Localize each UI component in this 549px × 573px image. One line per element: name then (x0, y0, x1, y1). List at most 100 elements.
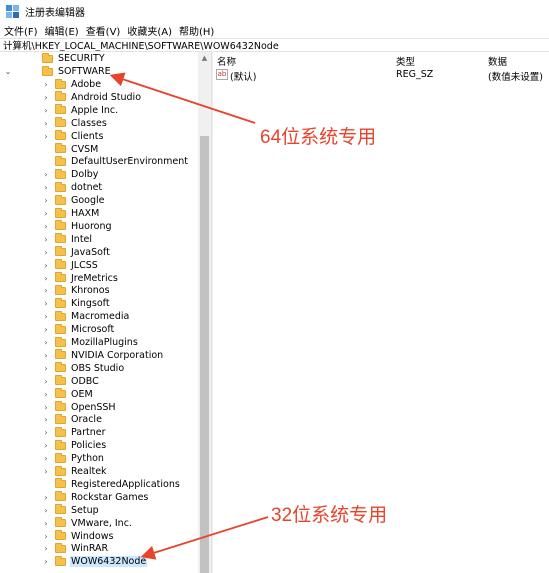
annotation-64bit-label: 64位系统专用 (260, 127, 377, 148)
tree-item[interactable]: › Android Studio (0, 91, 142, 104)
tree-item[interactable]: › NVIDIA Corporation (0, 349, 164, 362)
tree-item[interactable]: › Intel (0, 233, 93, 246)
tree-item-software[interactable]: ⌄ SOFTWARE (0, 65, 112, 78)
tree-item[interactable]: › HAXM (0, 207, 100, 220)
chevron-right-icon[interactable]: › (41, 323, 51, 336)
tree-item[interactable]: › Policies (0, 439, 107, 452)
chevron-right-icon[interactable]: › (41, 220, 51, 233)
menu-favorites[interactable]: 收藏夹(A) (127, 23, 172, 38)
chevron-right-icon[interactable]: › (41, 130, 51, 143)
chevron-right-icon[interactable]: › (41, 491, 51, 504)
chevron-right-icon[interactable]: › (41, 555, 51, 568)
chevron-right-icon[interactable]: › (41, 78, 51, 91)
menu-edit[interactable]: 编辑(E) (45, 23, 79, 38)
tree-item[interactable]: › Google (0, 194, 106, 207)
tree-item[interactable]: › Partner (0, 426, 107, 439)
chevron-right-icon[interactable]: › (41, 362, 51, 375)
chevron-right-icon[interactable]: › (41, 401, 51, 414)
tree-item[interactable]: › OBS Studio (0, 362, 125, 375)
chevron-right-icon[interactable]: › (41, 504, 51, 517)
chevron-right-icon[interactable]: › (41, 207, 51, 220)
chevron-right-icon[interactable]: › (41, 91, 51, 104)
tree-item[interactable]: › Python (0, 452, 105, 465)
tree-scrollbar[interactable]: ▲ (198, 52, 211, 573)
chevron-right-icon[interactable]: › (41, 413, 51, 426)
folder-icon (55, 155, 66, 166)
chevron-right-icon[interactable]: › (41, 246, 51, 259)
tree-item[interactable]: › Oracle (0, 413, 103, 426)
tree-item[interactable]: › JreMetrics (0, 272, 119, 285)
chevron-right-icon[interactable]: › (41, 530, 51, 543)
address-bar[interactable]: 计算机\HKEY_LOCAL_MACHINE\SOFTWARE\WOW6432N… (0, 38, 549, 52)
column-header-type[interactable]: 类型 (396, 54, 415, 68)
tree-item-security[interactable]: › SECURITY (30, 52, 106, 65)
folder-icon (55, 130, 66, 141)
value-row[interactable]: ab (默认) REG_SZ (数值未设置) (213, 68, 549, 83)
tree-item[interactable]: › Dolby (0, 168, 99, 181)
tree-item[interactable]: › VMware, Inc. (0, 517, 133, 530)
menu-view[interactable]: 查看(V) (86, 23, 121, 38)
chevron-right-icon[interactable]: › (41, 375, 51, 388)
column-header-name[interactable]: 名称 (217, 54, 236, 68)
tree-item[interactable]: › ODBC (0, 375, 100, 388)
tree-item[interactable]: › OEM (0, 388, 94, 401)
tree-item[interactable]: › Kingsoft (0, 297, 111, 310)
chevron-right-icon[interactable]: › (41, 104, 51, 117)
menu-help[interactable]: 帮助(H) (179, 23, 214, 38)
tree-item[interactable]: › Khronos (0, 284, 111, 297)
tree-item[interactable]: › JavaSoft (0, 246, 111, 259)
tree-item[interactable]: › JLCSS (0, 259, 99, 272)
chevron-right-icon[interactable]: › (41, 284, 51, 297)
folder-icon (55, 117, 66, 128)
chevron-right-icon[interactable]: › (41, 194, 51, 207)
menu-file[interactable]: 文件(F) (4, 23, 38, 38)
tree-item[interactable]: › Adobe (0, 78, 102, 91)
chevron-right-icon[interactable]: › (41, 426, 51, 439)
chevron-right-icon[interactable]: › (41, 388, 51, 401)
column-header-data[interactable]: 数据 (488, 54, 507, 68)
chevron-right-icon[interactable]: › (41, 168, 51, 181)
tree-item-label: Microsoft (71, 324, 115, 336)
chevron-right-icon[interactable]: › (41, 233, 51, 246)
chevron-right-icon[interactable]: › (41, 542, 51, 555)
tree-item[interactable]: › Windows (0, 530, 114, 543)
tree-item[interactable]: › WinRAR (0, 542, 109, 555)
tree-item[interactable]: › WOW6432Node (0, 555, 148, 568)
folder-icon (55, 413, 66, 424)
chevron-right-icon[interactable]: › (41, 452, 51, 465)
chevron-right-icon[interactable]: › (41, 336, 51, 349)
chevron-right-icon[interactable]: › (41, 297, 51, 310)
tree-item[interactable]: RegisteredApplications (0, 478, 181, 491)
tree-item[interactable]: CVSM (0, 143, 99, 156)
tree-item[interactable]: › Macromedia (0, 310, 130, 323)
chevron-right-icon[interactable]: › (41, 349, 51, 362)
tree-item[interactable]: DefaultUserEnvironment (0, 155, 189, 168)
chevron-down-icon[interactable]: ⌄ (3, 65, 13, 78)
tree-item[interactable]: › Microsoft (0, 323, 115, 336)
tree-item-label: ODBC (71, 375, 99, 387)
chevron-right-icon[interactable]: › (41, 181, 51, 194)
chevron-right-icon[interactable]: › (41, 259, 51, 272)
tree-item[interactable]: › Rockstar Games (0, 491, 149, 504)
tree-item[interactable]: › Apple Inc. (0, 104, 119, 117)
tree-item[interactable]: › Classes (0, 117, 108, 130)
tree-item[interactable]: › MozillaPlugins (0, 336, 139, 349)
chevron-right-icon[interactable]: › (41, 439, 51, 452)
tree-item[interactable]: › Clients (0, 130, 104, 143)
folder-icon (55, 388, 66, 399)
tree-item[interactable]: › dotnet (0, 181, 103, 194)
folder-icon (55, 284, 66, 295)
tree-item[interactable]: › Huorong (0, 220, 113, 233)
tree-item-label: DefaultUserEnvironment (71, 156, 189, 168)
chevron-right-icon[interactable]: › (41, 310, 51, 323)
tree-item[interactable]: › Realtek (0, 465, 108, 478)
scroll-up-icon[interactable]: ▲ (198, 52, 211, 64)
tree-item[interactable]: › Setup (0, 504, 100, 517)
chevron-right-icon[interactable]: › (41, 272, 51, 285)
scrollbar-thumb[interactable] (200, 136, 209, 573)
tree-item[interactable]: › OpenSSH (0, 401, 117, 414)
chevron-right-icon[interactable]: › (41, 117, 51, 130)
folder-open-icon (42, 65, 53, 76)
chevron-right-icon[interactable]: › (41, 517, 51, 530)
chevron-right-icon[interactable]: › (41, 465, 51, 478)
